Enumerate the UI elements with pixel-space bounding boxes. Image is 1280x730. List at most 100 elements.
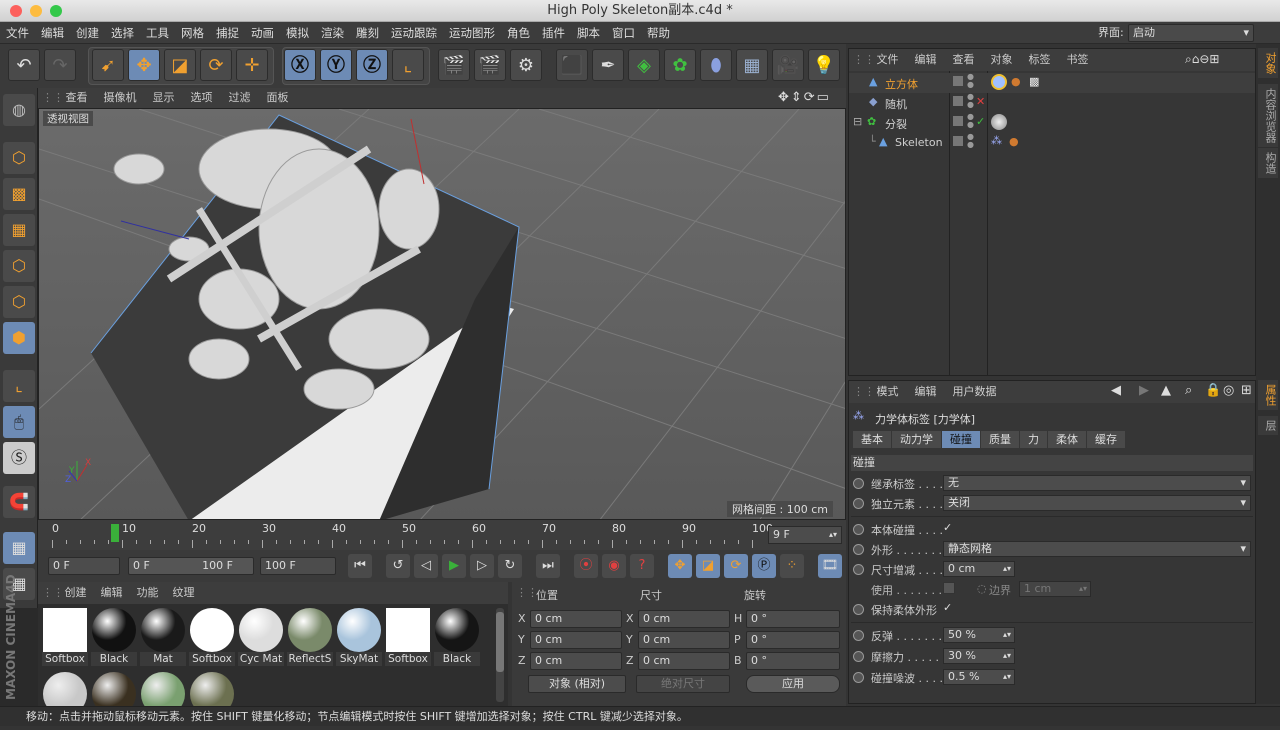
cube-object-button[interactable]: ⬛ <box>556 49 588 81</box>
checker-tag-icon[interactable]: ▩ <box>1029 75 1039 88</box>
layer-box-icon[interactable] <box>953 76 963 86</box>
menu-sculpt[interactable]: 雕刻 <box>350 22 385 44</box>
size-y-field[interactable]: 0 cm <box>638 631 730 649</box>
menu-snap[interactable]: 捕捉 <box>210 22 245 44</box>
tab-dynamics[interactable]: 动力学 <box>892 431 941 448</box>
autokey-button[interactable]: ◉ <box>602 554 626 578</box>
timeline-window-button[interactable]: 🎞 <box>818 554 842 578</box>
new-panel-icon[interactable]: ⊞ <box>1241 383 1252 398</box>
menu-script[interactable]: 脚本 <box>571 22 606 44</box>
enabled-check-icon[interactable]: ✓ <box>976 115 985 128</box>
layer-box-icon[interactable] <box>953 96 963 106</box>
visibility-dots-icon[interactable]: ● ● <box>967 73 974 89</box>
make-editable-button[interactable]: ◍ <box>3 94 35 126</box>
scale-tool-button[interactable]: ◪ <box>164 49 196 81</box>
workplane-lock-button[interactable]: ▦ <box>3 532 35 564</box>
record-button[interactable]: ⦿ <box>574 554 598 578</box>
friction-field[interactable]: 30 % ▴▾ <box>943 648 1015 664</box>
position-y-field[interactable]: 0 cm <box>530 631 622 649</box>
prev-key-button[interactable]: ↺ <box>386 554 410 578</box>
object-menu-tags[interactable]: 标签 <box>1021 49 1059 71</box>
record-scale-button[interactable]: ◪ <box>696 554 720 578</box>
object-manager-tools[interactable]: ⌕⌂⊖⊞ <box>1185 52 1219 67</box>
workplane-mode-button[interactable]: ▦ <box>3 214 35 246</box>
animate-radio[interactable] <box>853 524 864 535</box>
snap-button[interactable]: 🧲 <box>3 486 35 518</box>
animate-radio[interactable] <box>853 672 864 683</box>
material-tag-icon[interactable]: ● <box>1011 75 1021 88</box>
model-mode-button[interactable]: ⬡ <box>3 142 35 174</box>
undo-button[interactable]: ↶ <box>8 49 40 81</box>
material-item[interactable]: Black <box>434 608 480 666</box>
menu-window[interactable]: 窗口 <box>606 22 641 44</box>
object-row[interactable]: ▲ 立方体 ● ● ● ▩ <box>849 73 1255 93</box>
menu-render[interactable]: 渲染 <box>315 22 350 44</box>
layer-box-icon[interactable] <box>953 116 963 126</box>
menu-create[interactable]: 创建 <box>70 22 105 44</box>
minimize-window-button[interactable] <box>30 5 42 17</box>
menu-help[interactable]: 帮助 <box>641 22 676 44</box>
menu-simulate[interactable]: 模拟 <box>280 22 315 44</box>
material-menu-create[interactable]: 创建 <box>58 582 94 604</box>
material-item[interactable]: SkyMat <box>336 608 382 666</box>
search-icon[interactable]: ⌕ <box>1185 383 1192 398</box>
floor-button[interactable]: ▦ <box>736 49 768 81</box>
menu-plugins[interactable]: 插件 <box>536 22 571 44</box>
material-scrollbar[interactable] <box>496 608 504 702</box>
tab-cache[interactable]: 缓存 <box>1087 431 1125 448</box>
material-menu-texture[interactable]: 纹理 <box>166 582 202 604</box>
attribute-menu-userdata[interactable]: 用户数据 <box>945 381 1005 403</box>
record-pla-button[interactable]: ⁘ <box>780 554 804 578</box>
timeline-ruler[interactable]: 0 10 20 30 40 50 60 70 80 90 100 9 F ▴▾ <box>38 520 846 550</box>
current-frame-field[interactable]: 9 F ▴▾ <box>768 526 842 544</box>
material-item[interactable]: Softbox <box>42 608 88 666</box>
up-arrow-icon[interactable]: ▲ <box>1161 383 1171 398</box>
tab-layers[interactable]: 层 <box>1258 416 1278 435</box>
tab-attributes[interactable]: 属性 <box>1258 380 1278 410</box>
record-position-button[interactable]: ✥ <box>668 554 692 578</box>
sphere-tag-icon[interactable] <box>991 114 1007 130</box>
viewport-menu-view[interactable]: 查看 <box>58 88 96 108</box>
animate-radio[interactable] <box>853 544 864 555</box>
preview-range-slider[interactable]: 0 F 100 F <box>128 557 254 575</box>
spline-pen-button[interactable]: ✒ <box>592 49 624 81</box>
keyframe-selection-button[interactable]: ? <box>630 554 654 578</box>
camera-button[interactable]: 🎥 <box>772 49 804 81</box>
menu-character[interactable]: 角色 <box>501 22 536 44</box>
self-collision-checkbox[interactable]: ✓ <box>943 521 957 535</box>
viewport-menu-options[interactable]: 选项 <box>183 88 221 108</box>
visibility-dots-icon[interactable]: ● ● <box>967 113 974 129</box>
rotation-p-field[interactable]: 0 ° <box>746 631 840 649</box>
render-view-button[interactable]: 🎬 <box>438 49 470 81</box>
axis-mode-button[interactable]: ⌞ <box>3 370 35 402</box>
render-picture-viewer-button[interactable]: 🎬 <box>474 49 506 81</box>
animate-radio[interactable]: ◌ <box>977 582 987 595</box>
tab-basic[interactable]: 基本 <box>853 431 891 448</box>
tab-force[interactable]: 力 <box>1020 431 1047 448</box>
collider-tag-icon[interactable]: ⁂ <box>991 134 1002 147</box>
next-frame-button[interactable]: ▷ <box>470 554 494 578</box>
play-button[interactable]: ▶ <box>442 554 466 578</box>
goto-start-button[interactable]: ⏮ <box>348 554 372 578</box>
recent-tool-button[interactable]: ✛ <box>236 49 268 81</box>
individual-elements-dropdown[interactable]: 关闭 ▾ <box>943 495 1251 511</box>
tweak-mode-button[interactable]: 🖱 <box>3 406 35 438</box>
viewport-menu-filter[interactable]: 过滤 <box>221 88 259 108</box>
rotation-b-field[interactable]: 0 ° <box>746 652 840 670</box>
end-frame-field[interactable]: 100 F <box>260 557 336 575</box>
start-frame-field[interactable]: 0 F <box>48 557 120 575</box>
goto-end-button[interactable]: ⏭ <box>536 554 560 578</box>
animate-radio[interactable] <box>853 478 864 489</box>
material-item[interactable]: Cyc Mat <box>238 608 284 666</box>
material-menu-edit[interactable]: 编辑 <box>94 582 130 604</box>
x-axis-lock-button[interactable]: Ⓧ <box>284 49 316 81</box>
object-row[interactable]: └ ▲ Skeleton ● ● ⁂ ● <box>849 133 1255 153</box>
position-z-field[interactable]: 0 cm <box>530 652 622 670</box>
light-button[interactable]: 💡 <box>808 49 840 81</box>
bounce-field[interactable]: 50 % ▴▾ <box>943 627 1015 643</box>
keep-soft-body-shape-checkbox[interactable]: ✓ <box>943 601 957 615</box>
layout-dropdown[interactable]: 启动 ▾ <box>1128 24 1254 42</box>
deformer-button[interactable]: ⬮ <box>700 49 732 81</box>
tab-structure[interactable]: 构造 <box>1258 148 1278 178</box>
rotation-h-field[interactable]: 0 ° <box>746 610 840 628</box>
